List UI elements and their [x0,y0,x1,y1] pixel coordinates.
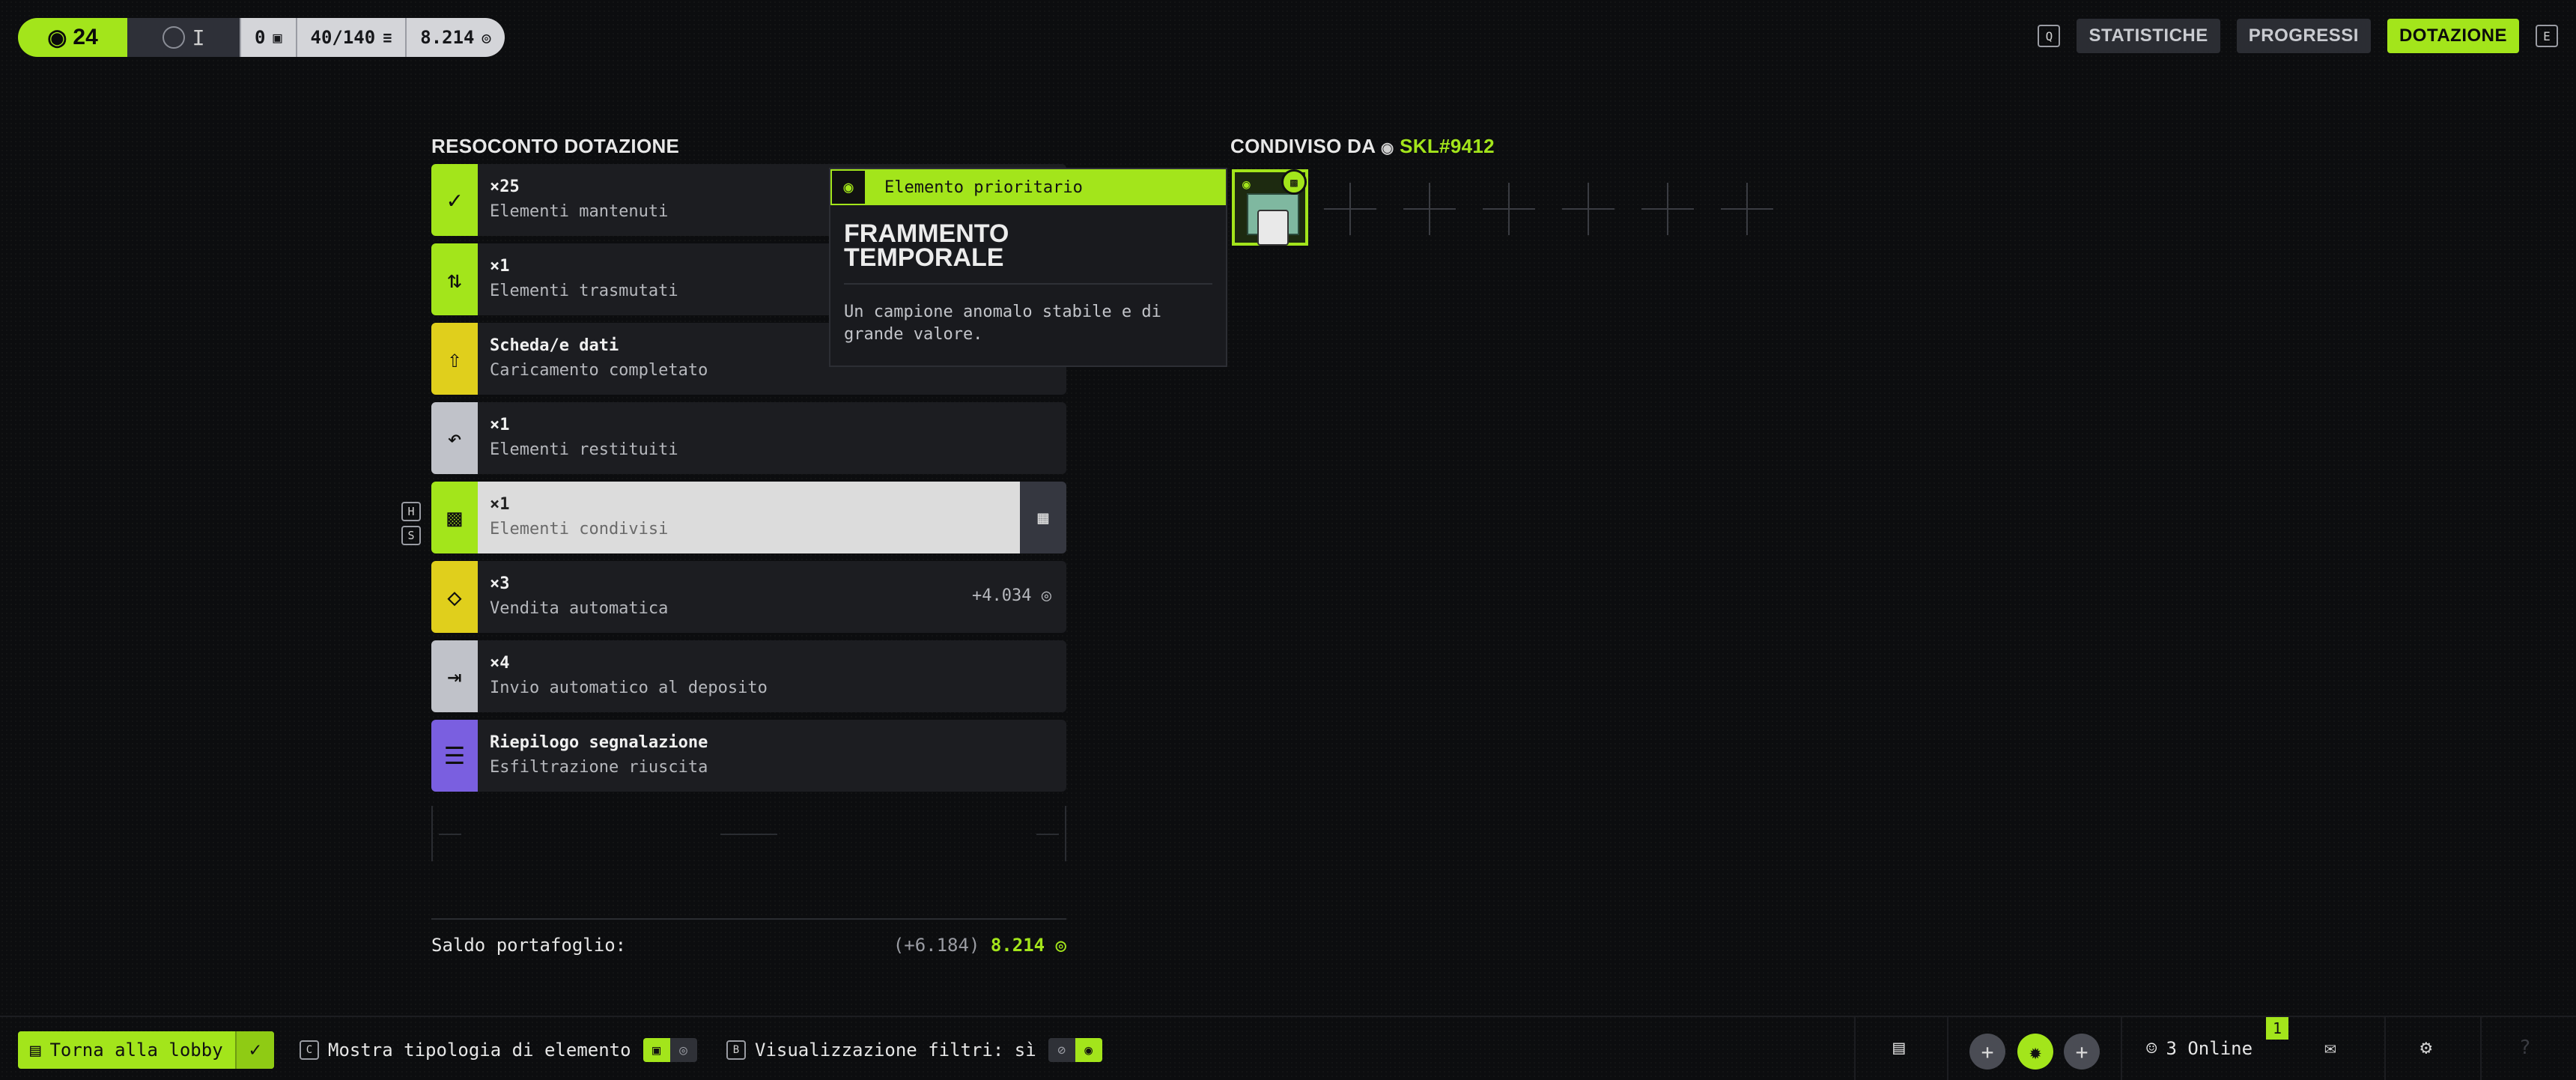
gear-icon[interactable]: ⚙ [2420,1037,2432,1059]
wallet-divider [431,918,1066,920]
empty-slot[interactable] [1324,183,1376,235]
divider [2121,1017,2122,1080]
share-badge-icon: ▩ [1281,169,1307,195]
empty-slot[interactable] [1403,183,1456,235]
summary-row-returned[interactable]: ↶ ×1 Elementi restituiti [431,402,1066,474]
tooltip-description: Un campione anomalo stabile e di grande … [844,303,1161,344]
coin-icon: ◎ [669,1038,697,1062]
rank-icon [162,26,185,49]
summary-row-report[interactable]: ☰ Riepilogo segnalazione Esfiltrazione ri… [431,720,1066,792]
main-nav: Q STATISTICHE PROGRESSI DOTAZIONE E [2038,18,2558,54]
user-icon: ◉ [1380,140,1394,157]
party-avatar[interactable]: ✹ [2017,1034,2053,1070]
summary-row-shared[interactable]: ▩ ×1 Elementi condivisi ▦ [431,482,1066,553]
key-hint-h: H [401,502,421,521]
summary-row-autosell[interactable]: ◇ ×3 Vendita automatica +4.034 ◎ [431,561,1066,633]
frame-divider [1036,834,1059,835]
player-status-bar: ◉ 24 I 0 ▣ 40/140 ≡ 8.214 ◎ [18,18,505,57]
summary-row-deposit[interactable]: ⇥ ×4 Invio automatico al deposito [431,640,1066,712]
stack-icon: ≡ [383,28,392,46]
filter-switch[interactable]: ⊘ ◉ [1048,1038,1102,1062]
check-icon: ✓ [431,164,478,236]
empty-slot[interactable] [1721,183,1773,235]
chat-icon[interactable]: ▤ [1893,1037,1905,1059]
sell-icon: ◇ [431,561,478,633]
transmute-icon: ⇅ [431,243,478,315]
divider [1947,1017,1948,1080]
shared-title: CONDIVISO DA ◉ SKL#9412 [1230,135,1495,157]
wallet-amount: 8.214 [990,935,1045,956]
mail-icon[interactable]: ✉ [2324,1037,2336,1059]
currency-counter: 8.214 ◎ [405,18,505,57]
shared-user: SKL#9412 [1400,135,1495,157]
eye-off-icon: ⊘ [1048,1038,1075,1062]
player-rank: I [127,18,240,57]
player-level: ◉ 24 [18,18,127,57]
empty-slot[interactable] [1562,183,1614,235]
key-hint-s: S [401,526,421,545]
empty-slot[interactable] [1641,183,1694,235]
box-icon: ▣ [273,28,282,46]
player-icon: ◉ [47,25,67,50]
share-icon: ▩ [431,482,478,553]
frame-divider [431,806,433,861]
shared-item-slot[interactable]: ◉ ▩ [1232,169,1308,246]
lobby-icon: ▤ [30,1040,41,1061]
capacity-counter: 40/140 ≡ [295,18,406,57]
add-party-right-button[interactable]: + [2064,1034,2100,1070]
item-image [1257,210,1289,246]
key-hints-hs: H S [401,502,421,545]
filter-view-toggle[interactable]: B Visualizzazione filtri: sì ⊘ ◉ [726,1038,1102,1062]
return-to-lobby-button[interactable]: ▤ Torna alla lobby ✓ [18,1031,274,1069]
confirm-check-icon[interactable]: ✓ [234,1031,274,1069]
stack-icon: ▣ [643,1038,670,1062]
autosell-value: +4.034 ◎ [972,586,1051,605]
add-party-left-button[interactable]: + [1969,1034,2005,1070]
frame-divider [720,834,777,835]
grid-view-icon[interactable]: ▦ [1020,482,1066,553]
item-counter: 0 ▣ [240,18,296,57]
priority-icon: ◉ [1242,177,1251,192]
divider [1854,1017,1856,1080]
upload-icon: ⇧ [431,323,478,395]
coin-icon: ◎ [482,28,491,46]
online-count[interactable]: ☺ 3 Online [2146,1038,2253,1059]
notification-badge: 1 [2266,1017,2288,1040]
item-type-switch[interactable]: ▣ ◎ [643,1038,697,1062]
list-icon: ☰ [431,720,478,792]
people-icon: ☺ [2146,1038,2157,1059]
tooltip-title: FRAMMENTO TEMPORALE [844,219,1009,272]
tab-progressi[interactable]: PROGRESSI [2236,19,2371,53]
wallet-balance: Saldo portafoglio: (+6.184) 8.214 ◎ [431,935,1066,956]
frame-divider [439,834,461,835]
divider [2384,1017,2386,1080]
tab-dotazione[interactable]: DOTAZIONE [2387,19,2519,53]
deposit-icon: ⇥ [431,640,478,712]
priority-icon: ◉ [830,169,866,205]
key-hint-e: E [2536,25,2558,47]
coin-icon: ◎ [1041,586,1051,605]
tab-statistiche[interactable]: STATISTICHE [2077,19,2220,53]
item-tooltip: ◉ Elemento prioritario FRAMMENTO TEMPORA… [829,168,1227,367]
help-icon[interactable]: ? [2519,1037,2531,1059]
coin-icon: ◎ [1055,935,1066,956]
wallet-delta: (+6.184) [893,935,980,956]
tooltip-header: ◉ Elemento prioritario [830,169,1226,205]
eye-icon: ◉ [1075,1038,1102,1062]
divider [2480,1017,2482,1080]
empty-slot[interactable] [1483,183,1535,235]
return-icon: ↶ [431,402,478,474]
bottom-bar: ▤ Torna alla lobby ✓ C Mostra tipologia … [0,1016,2576,1080]
summary-title: RESOCONTO DOTAZIONE [431,135,680,157]
show-item-type-toggle[interactable]: C Mostra tipologia di elemento ▣ ◎ [300,1038,697,1062]
key-hint-q: Q [2038,25,2061,47]
frame-divider [1065,806,1066,861]
